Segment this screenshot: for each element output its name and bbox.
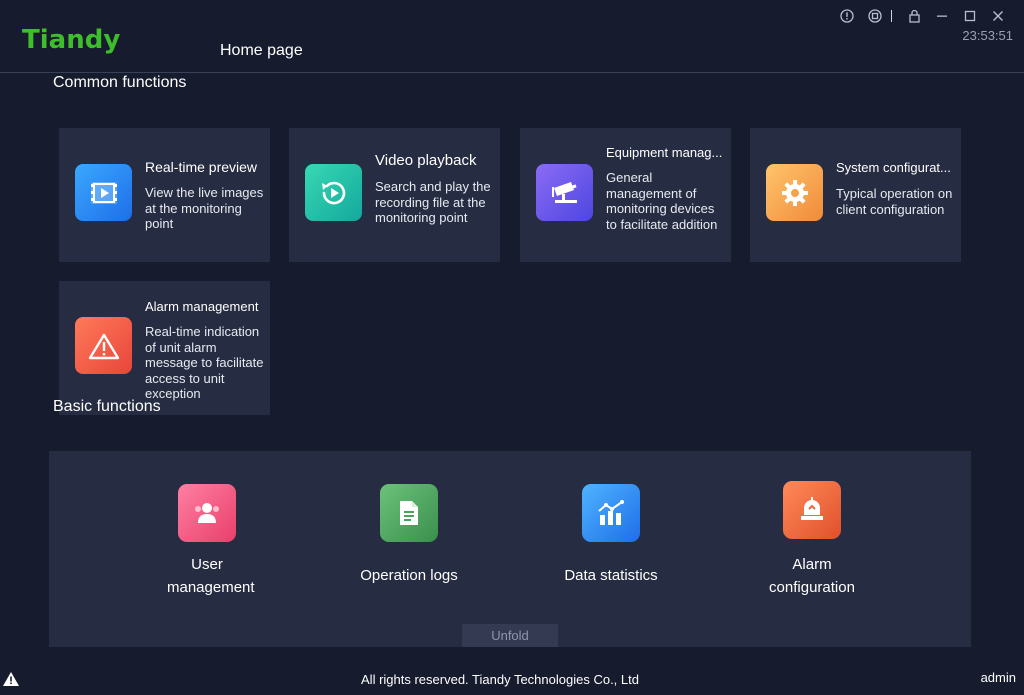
- card-description: General management of monitoring devices…: [606, 170, 718, 232]
- nav-home-page[interactable]: Home page: [220, 42, 303, 60]
- card-alarm-management[interactable]: Alarm management Real-time indication of…: [59, 281, 270, 415]
- card-description: Real-time indication of unit alarm messa…: [145, 324, 264, 401]
- minimize-icon[interactable]: [928, 8, 956, 24]
- card-title: Real-time preview: [145, 159, 258, 175]
- card-title: Video playback: [375, 152, 477, 169]
- lock-icon[interactable]: [900, 8, 928, 24]
- card-equipment-management[interactable]: Equipment manag... General management of…: [520, 128, 731, 262]
- basic-item-label: Data statistics: [564, 567, 658, 584]
- info-icon[interactable]: [833, 8, 861, 24]
- playback-icon: [305, 164, 362, 221]
- basic-item-label: Operation logs: [360, 567, 458, 584]
- basic-item-label: User management: [167, 556, 255, 596]
- card-real-time-preview[interactable]: Real-time preview View the live images a…: [59, 128, 270, 262]
- camera-icon: [536, 164, 593, 221]
- alarm-icon: [783, 481, 841, 539]
- window-controls: [833, 8, 1012, 24]
- card-video-playback[interactable]: Video playback Search and play the recor…: [289, 128, 500, 262]
- card-description: Search and play the recording file at th…: [375, 179, 491, 225]
- card-system-configuration[interactable]: System configurat... Typical operation o…: [750, 128, 961, 262]
- copyright-text: All rights reserved. Tiandy Technologies…: [361, 672, 639, 687]
- card-description: View the live images at the monitoring p…: [145, 185, 264, 231]
- common-functions-title: Common functions: [53, 74, 187, 91]
- card-title: Alarm management: [145, 299, 259, 314]
- clock: 23:53:51: [962, 28, 1013, 43]
- title-separator: [891, 10, 892, 22]
- warning-icon: [75, 317, 132, 374]
- basic-functions-title: Basic functions: [53, 398, 161, 415]
- maximize-icon[interactable]: [956, 8, 984, 24]
- close-icon[interactable]: [984, 8, 1012, 24]
- basic-item-label: Alarm configuration: [769, 556, 855, 596]
- top-bar: Tiandy Home page 23:53:51: [0, 0, 1024, 73]
- gear-icon: [766, 164, 823, 221]
- current-user[interactable]: admin: [981, 670, 1016, 685]
- record-icon[interactable]: [861, 8, 889, 24]
- users-icon: [178, 484, 236, 542]
- chart-icon: [582, 484, 640, 542]
- basic-item-operation-logs[interactable]: Operation logs: [319, 484, 499, 587]
- card-title: Equipment manag...: [606, 145, 723, 160]
- unfold-button[interactable]: Unfold: [462, 624, 558, 647]
- card-title: System configurat...: [836, 160, 951, 175]
- document-icon: [380, 484, 438, 542]
- card-description: Typical operation on client configuratio…: [836, 186, 953, 217]
- basic-item-data-statistics[interactable]: Data statistics: [521, 484, 701, 587]
- video-play-icon: [75, 164, 132, 221]
- basic-item-alarm-configuration[interactable]: Alarm configuration: [722, 481, 902, 599]
- tiandy-logo: Tiandy: [22, 25, 121, 55]
- basic-item-user-management[interactable]: User management: [117, 484, 297, 599]
